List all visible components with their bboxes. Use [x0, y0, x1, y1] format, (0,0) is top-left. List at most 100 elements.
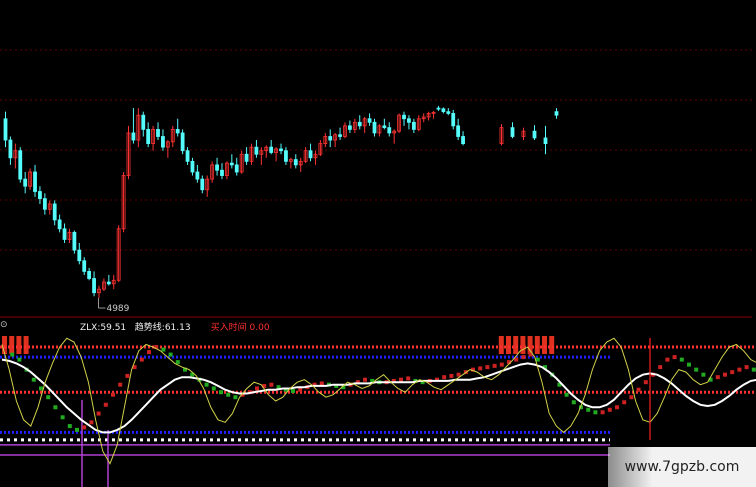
indicator-bar [687, 362, 691, 367]
legend-buy-time: 买入时间 0.00 [210, 323, 270, 333]
indicator-bar [125, 373, 130, 378]
candle-body [72, 231, 77, 251]
candle-body [441, 108, 446, 113]
indicator-bar [269, 382, 274, 387]
indicator-bar [615, 405, 619, 410]
indicator-bar [636, 387, 641, 392]
indicator-bar [478, 366, 483, 371]
candle-body [254, 146, 259, 155]
candle-body [215, 164, 219, 171]
indicator-bar [111, 392, 115, 397]
indicator-bar [564, 392, 569, 397]
candle-body [42, 198, 47, 210]
indicator-bar [715, 375, 720, 380]
indicator-bar [82, 425, 87, 430]
indicator-bar [17, 357, 22, 362]
indicator-bar [96, 411, 101, 416]
signal-block [520, 336, 526, 354]
indicator-bar [31, 377, 36, 382]
indicator-bar [255, 386, 259, 391]
indicator-bar [492, 363, 497, 368]
indicator-bar [586, 407, 591, 412]
signal-block [23, 336, 29, 354]
candle-body [461, 136, 465, 144]
candle-body [161, 136, 165, 148]
low-marker-label: 4989 [106, 304, 129, 314]
indicator-bar [298, 387, 303, 392]
indicator-bar [665, 357, 670, 362]
candle-body [510, 127, 515, 137]
candle-body [23, 178, 28, 187]
candle-body [141, 114, 146, 130]
candle-body [407, 118, 411, 123]
indicator-bar [67, 424, 72, 429]
indicator-bar [737, 367, 742, 372]
candle-body [8, 139, 13, 159]
candle-body [106, 281, 111, 285]
signal-block [16, 336, 22, 354]
stock-chart: 4989 [0, 49, 756, 487]
candle-body [195, 171, 200, 180]
candle-body [347, 125, 352, 130]
indicator-bar [233, 395, 238, 400]
indicator-bar [499, 362, 504, 367]
candle-body [436, 107, 441, 110]
signal-block [534, 336, 540, 354]
indicator-bar [219, 390, 223, 395]
indicator-bar [60, 415, 65, 420]
indicator-bar [226, 392, 231, 397]
indicator-bar [593, 410, 598, 415]
legend-trend: 趋势线:61.13 [134, 323, 191, 333]
candle-body [57, 219, 62, 230]
indicator-bar [319, 381, 324, 386]
candle-body [532, 130, 537, 139]
indicator-bar [89, 420, 94, 425]
indicator-bar [600, 410, 605, 415]
indicator-bar [701, 372, 706, 377]
indicator-bar [139, 357, 144, 362]
candle-body [372, 121, 377, 134]
indicator-bar [399, 377, 403, 382]
indicator-bar [363, 377, 367, 382]
candle-body [402, 114, 406, 120]
indicator-bar [168, 352, 173, 357]
indicator-bar [175, 360, 180, 365]
candle-body [387, 127, 392, 134]
indicator-bar [622, 400, 627, 405]
signal-block [549, 336, 555, 354]
legend-zlx: ZLX:59.51 [80, 323, 127, 333]
indicator-bar [442, 375, 447, 380]
indicator-bar [571, 400, 576, 405]
indicator-bar [723, 372, 727, 377]
candle-body [156, 128, 160, 137]
watermark-text: www.7gpzb.com [624, 459, 740, 475]
candle-body [33, 171, 37, 192]
indicator-bar [39, 386, 43, 391]
indicator-bar [10, 352, 15, 357]
trend-line [1, 358, 756, 434]
watermark: www.7gpzb.com [608, 447, 756, 487]
indicator-bar [53, 405, 58, 410]
indicator-bar [643, 380, 648, 385]
indicator-bar [730, 370, 735, 375]
indicator-bar [679, 357, 684, 362]
candle-body [38, 191, 42, 200]
candle-body [279, 148, 283, 152]
candle-body [62, 228, 67, 240]
candle-body [200, 178, 205, 191]
candle-body [3, 118, 8, 141]
candle-body [456, 125, 461, 137]
candle-body [220, 169, 224, 176]
candle-body [543, 137, 548, 144]
indicator-bar [751, 367, 756, 372]
indicator-bar [658, 365, 663, 370]
candle-body [451, 113, 456, 127]
candle-body [18, 150, 23, 180]
candle-body [82, 260, 87, 272]
indicator-bar [672, 355, 677, 360]
candle-body [284, 150, 288, 162]
indicator-bar [75, 427, 79, 432]
indicator-bar [291, 388, 295, 393]
candle-body [328, 136, 333, 141]
signal-block [513, 336, 519, 354]
